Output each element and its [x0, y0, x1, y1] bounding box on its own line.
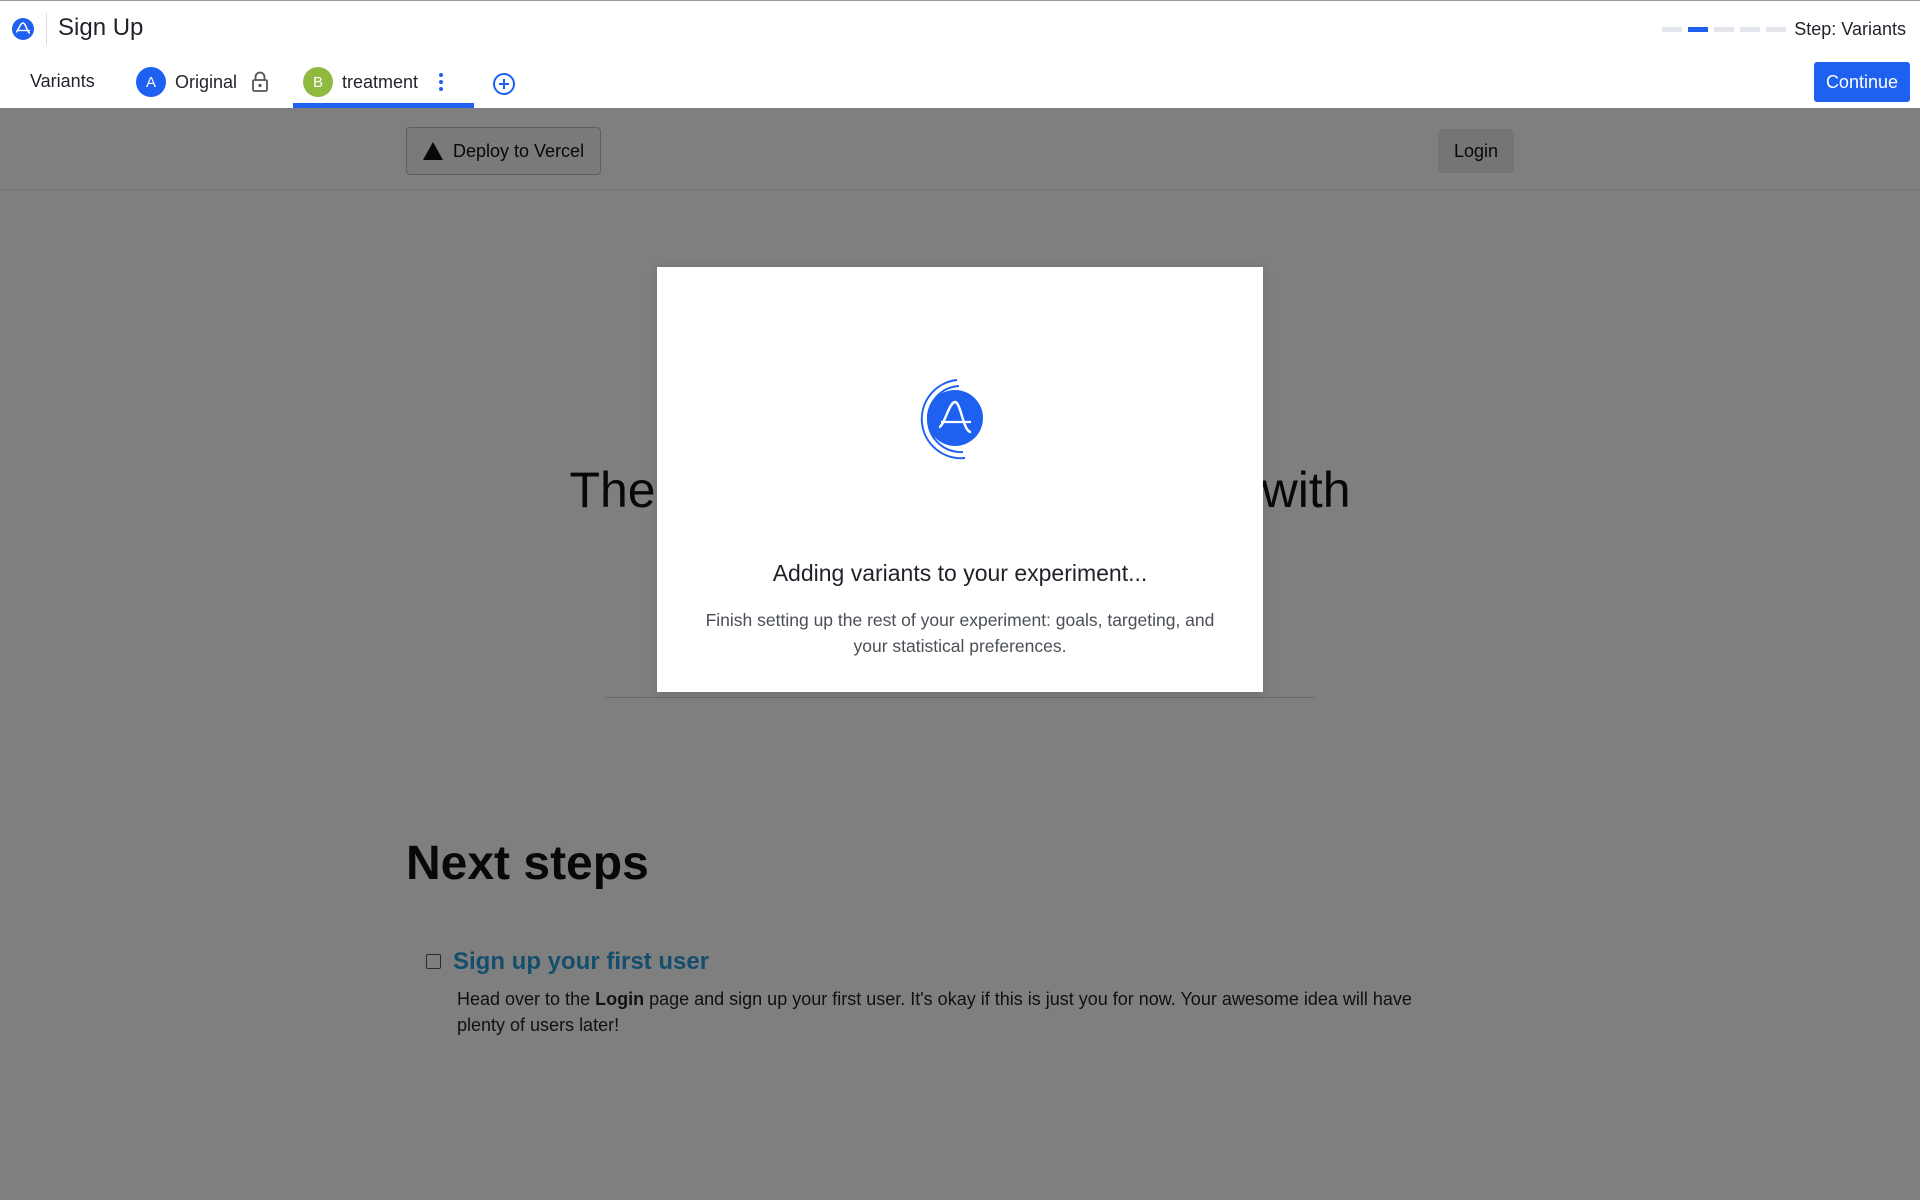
amplitude-loading-logo-icon: [920, 379, 983, 460]
amplitude-logo-icon[interactable]: [12, 18, 34, 40]
step-progress: [1662, 27, 1786, 32]
tab-variants[interactable]: Variants: [30, 71, 95, 92]
step-label: Step: Variants: [1794, 19, 1906, 39]
variants-tab-bar: Variants A Original B treatment Continue: [0, 56, 1920, 108]
variant-name: treatment: [342, 71, 419, 92]
progress-segment: [1662, 27, 1682, 32]
page-title: Sign Up: [58, 14, 144, 41]
modal-description: Finish setting up the rest of your exper…: [705, 610, 1215, 656]
variant-name: Original: [175, 71, 238, 92]
variant-avatar: A: [136, 67, 166, 97]
progress-segment-active: [1688, 27, 1708, 32]
variant-tab-treatment[interactable]: B treatment: [303, 66, 444, 98]
lock-icon: [252, 71, 268, 92]
continue-button[interactable]: Continue: [1813, 62, 1910, 102]
progress-segment: [1714, 27, 1734, 32]
add-variant-icon[interactable]: [492, 72, 516, 96]
variant-tab-original[interactable]: A Original: [136, 66, 269, 98]
modal-title: Adding variants to your experiment...: [772, 560, 1148, 586]
more-options-icon[interactable]: [438, 72, 444, 92]
variant-avatar: B: [303, 67, 333, 97]
loading-modal: Adding variants to your experiment... Fi…: [657, 267, 1263, 692]
progress-segment: [1740, 27, 1760, 32]
top-header: Sign Up Step: Variants: [0, 0, 1920, 56]
modal-backdrop: Adding variants to your experiment... Fi…: [0, 108, 1920, 1200]
progress-segment: [1766, 27, 1786, 32]
header-divider: [46, 13, 47, 45]
